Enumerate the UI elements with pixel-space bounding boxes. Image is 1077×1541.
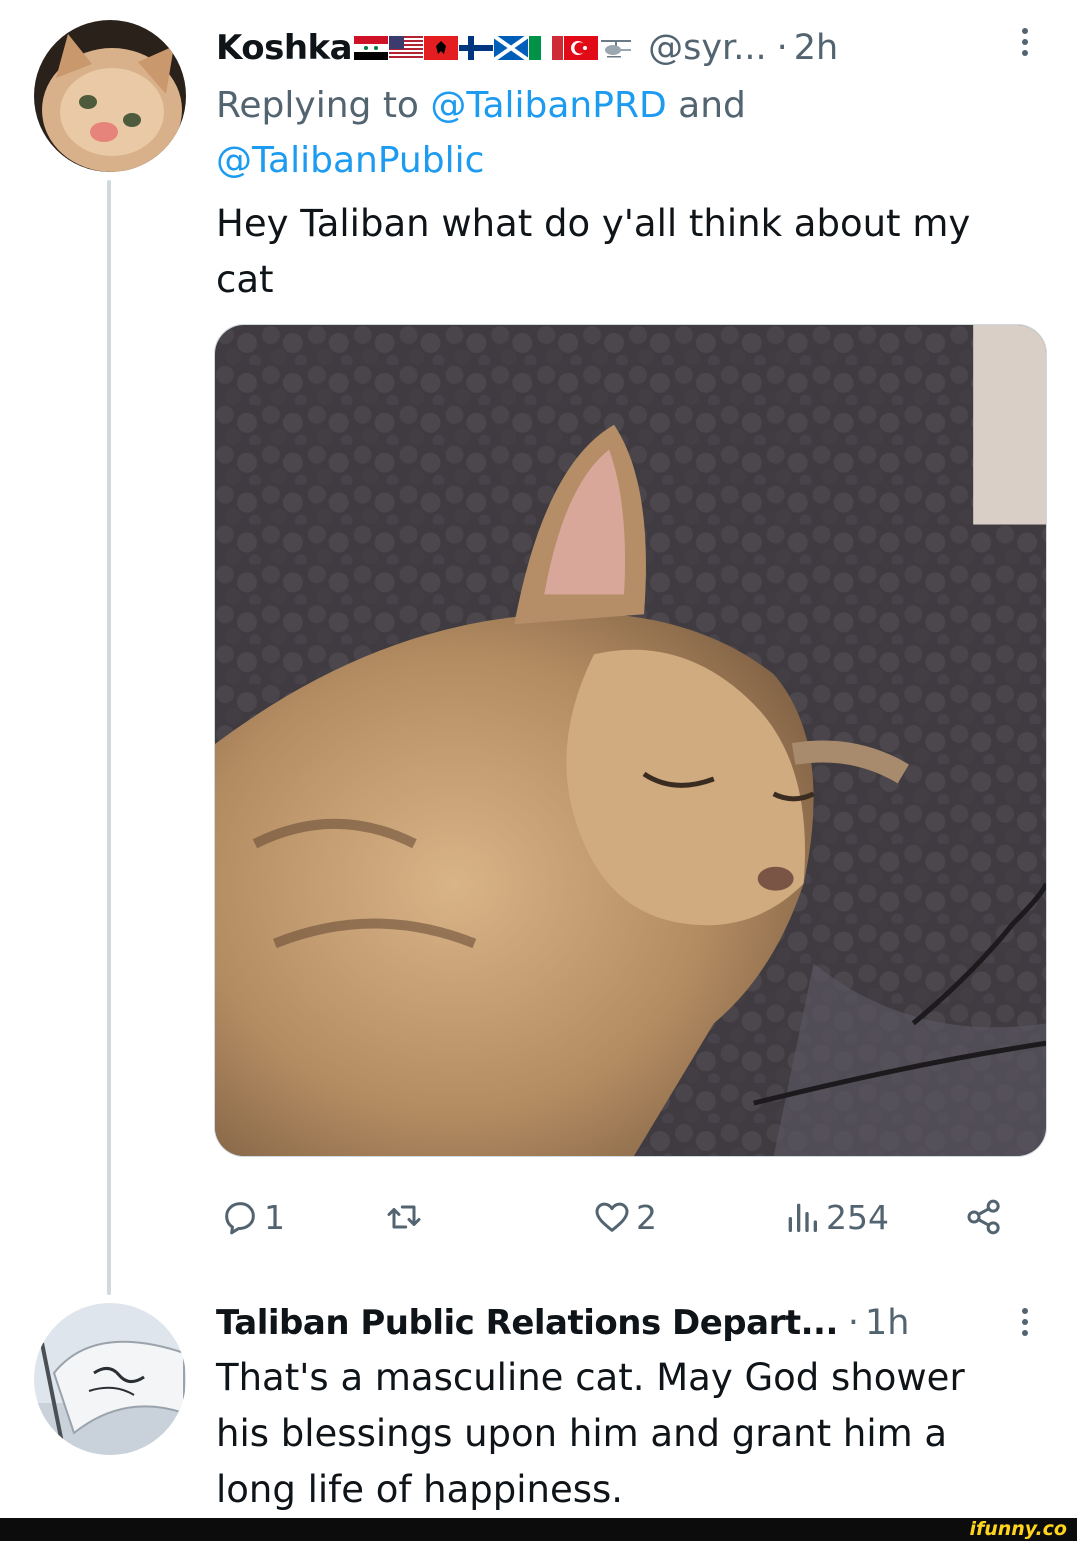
like-count: 2 [636, 1197, 657, 1237]
sleeping-cat-photo [215, 325, 1046, 1156]
retweet-button[interactable] [384, 1192, 428, 1242]
more-dot-icon [1022, 50, 1028, 56]
footer-bar: ifunny.co [0, 1518, 1077, 1541]
more-options-button[interactable] [1013, 22, 1037, 62]
thread-connector-line [107, 180, 111, 1295]
reply-author-name[interactable]: Taliban Public Relations Depart... [216, 1303, 838, 1343]
more-dot-icon [1022, 1330, 1028, 1336]
reply-text: That's a masculine cat. May God shower h… [216, 1356, 965, 1511]
cat-avatar-image [34, 20, 186, 172]
views-button[interactable]: 254 [782, 1192, 889, 1242]
ifunny-watermark: ifunny.co [969, 1518, 1067, 1540]
name-emoji-flags [354, 36, 634, 60]
like-button[interactable]: 2 [592, 1192, 657, 1242]
syria-flag-icon [354, 36, 389, 60]
separator-dot: · [776, 28, 788, 68]
usa-flag-icon [389, 36, 424, 60]
separator-dot: · [847, 1303, 860, 1343]
replying-to-line: Replying to @TalibanPRD and @TalibanPubli… [216, 78, 1016, 188]
reply-author-avatar[interactable] [34, 1303, 186, 1455]
more-dot-icon [1022, 1319, 1028, 1325]
helicopter-icon [601, 40, 632, 58]
flag-avatar-image [34, 1303, 186, 1455]
tweet-header: Koshka @syr... · 2h [216, 24, 838, 72]
tweet-text: Hey Taliban what do y'all think about my… [216, 202, 971, 301]
turkey-flag-icon [564, 36, 599, 60]
retweet-icon [387, 1205, 421, 1229]
mention-talibanprd[interactable]: @TalibanPRD [430, 85, 666, 126]
author-avatar[interactable] [34, 20, 186, 172]
reply-header: Taliban Public Relations Depart... · 1h [216, 1298, 909, 1348]
analytics-bars-icon [788, 1203, 817, 1232]
reply-count: 1 [264, 1197, 285, 1237]
tweet-media-photo[interactable] [214, 324, 1047, 1157]
tweet-timestamp[interactable]: 2h [794, 28, 838, 68]
scotland-flag-icon [494, 36, 529, 60]
heart-icon [595, 1202, 629, 1232]
share-button[interactable] [964, 1192, 1004, 1242]
reply-bubble-icon [225, 1202, 255, 1235]
author-handle[interactable]: @syr... [648, 28, 767, 68]
finland-flag-icon [459, 36, 494, 60]
replying-prefix: Replying to [216, 85, 431, 126]
more-dot-icon [1022, 39, 1028, 45]
replying-and: and [666, 85, 746, 126]
author-name[interactable]: Koshka [216, 28, 353, 68]
more-dot-icon [1022, 28, 1028, 34]
more-dot-icon [1022, 1308, 1028, 1314]
reply-more-options-button[interactable] [1013, 1302, 1037, 1342]
mention-talibanpublic[interactable]: @TalibanPublic [216, 140, 484, 181]
albania-flag-icon [424, 36, 459, 60]
share-nodes-icon [967, 1199, 1000, 1235]
tweet-action-bar: 1 2 254 [214, 1192, 1047, 1242]
reply-timestamp[interactable]: 1h [865, 1303, 909, 1343]
views-count: 254 [826, 1197, 889, 1237]
reply-button[interactable]: 1 [220, 1192, 285, 1242]
italy-flag-icon [529, 36, 564, 60]
